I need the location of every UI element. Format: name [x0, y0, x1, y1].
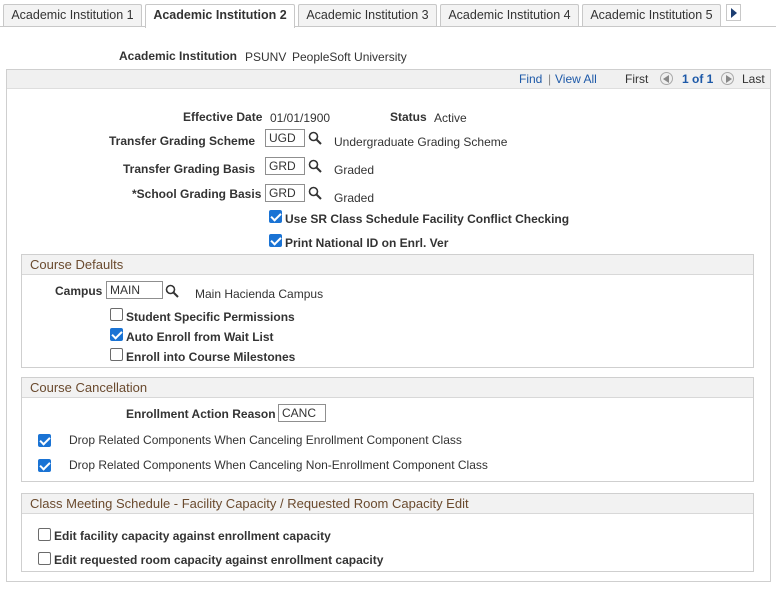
find-link[interactable]: Find: [519, 72, 542, 86]
transfer-grading-basis-label: Transfer Grading Basis: [123, 162, 256, 176]
nav-separator: |: [548, 72, 552, 86]
drop-related-non-enrollment-checkbox[interactable]: [38, 459, 51, 472]
edit-facility-capacity-checkbox[interactable]: [38, 528, 51, 541]
transfer-grading-scheme-desc: Undergraduate Grading Scheme: [334, 135, 508, 149]
course-cancellation-title: Course Cancellation: [22, 378, 753, 398]
institution-label: Academic Institution: [119, 49, 238, 63]
tab-academic-institution-5[interactable]: Academic Institution 5: [582, 4, 721, 27]
tab-bar: Academic Institution 1 Academic Institut…: [0, 0, 776, 28]
tab-divider: [0, 26, 776, 27]
print-national-id-label: Print National ID on Enrl. Ver: [285, 236, 449, 250]
enrollment-action-reason-label: Enrollment Action Reason: [126, 407, 276, 421]
lookup-search-icon[interactable]: [308, 131, 322, 145]
status-label: Status: [390, 110, 427, 124]
institution-code: PSUNV: [245, 50, 287, 64]
tab-academic-institution-4[interactable]: Academic Institution 4: [440, 4, 579, 27]
lookup-search-icon[interactable]: [308, 159, 322, 173]
lookup-search-icon[interactable]: [165, 284, 179, 298]
status-value: Active: [434, 111, 467, 125]
enrollment-action-reason-input[interactable]: [278, 404, 326, 422]
drop-related-enrollment-label: Drop Related Components When Canceling E…: [69, 433, 462, 447]
meeting-schedule-title: Class Meeting Schedule - Facility Capaci…: [22, 494, 753, 514]
tab-academic-institution-1[interactable]: Academic Institution 1: [3, 4, 142, 27]
facility-conflict-label: Use SR Class Schedule Facility Conflict …: [285, 212, 570, 226]
student-specific-permissions-checkbox[interactable]: [110, 308, 123, 321]
school-grading-basis-label: *School Grading Basis: [132, 187, 262, 201]
last-label: Last: [742, 72, 765, 86]
transfer-grading-basis-desc: Graded: [334, 163, 375, 177]
campus-desc: Main Hacienda Campus: [195, 287, 324, 301]
effective-date-value: 01/01/1900: [270, 111, 331, 125]
edit-room-capacity-checkbox[interactable]: [38, 552, 51, 565]
row-count: 1 of 1: [682, 72, 714, 86]
course-defaults-title: Course Defaults: [22, 255, 753, 275]
drop-related-non-enrollment-label: Drop Related Components When Canceling N…: [69, 458, 488, 472]
edit-facility-capacity-label: Edit facility capacity against enrollmen…: [54, 529, 331, 543]
next-row-icon[interactable]: [721, 72, 734, 85]
drop-related-enrollment-checkbox[interactable]: [38, 434, 51, 447]
auto-enroll-wait-list-label: Auto Enroll from Wait List: [126, 330, 274, 344]
print-national-id-checkbox[interactable]: [269, 234, 282, 247]
facility-conflict-checkbox[interactable]: [269, 210, 282, 223]
tab-academic-institution-3[interactable]: Academic Institution 3: [298, 4, 437, 27]
institution-name: PeopleSoft University: [292, 50, 407, 64]
transfer-grading-scheme-input[interactable]: [265, 129, 305, 147]
tab-academic-institution-2[interactable]: Academic Institution 2: [145, 4, 295, 28]
first-label: First: [625, 72, 649, 86]
enroll-course-milestones-checkbox[interactable]: [110, 348, 123, 361]
campus-input[interactable]: [106, 281, 163, 299]
enroll-course-milestones-label: Enroll into Course Milestones: [126, 350, 296, 364]
campus-label: Campus: [55, 284, 103, 298]
transfer-grading-basis-input[interactable]: [265, 157, 305, 175]
auto-enroll-wait-list-checkbox[interactable]: [110, 328, 123, 341]
tab-scroll-right-icon[interactable]: [726, 4, 741, 21]
effective-date-label: Effective Date: [183, 110, 263, 124]
student-specific-permissions-label: Student Specific Permissions: [126, 310, 295, 324]
edit-room-capacity-label: Edit requested room capacity against enr…: [54, 553, 384, 567]
lookup-search-icon[interactable]: [308, 186, 322, 200]
previous-row-icon[interactable]: [660, 72, 673, 85]
view-all-link[interactable]: View All: [555, 72, 597, 86]
row-navigation-bar: Find | View All First 1 of 1 Last: [7, 70, 770, 89]
school-grading-basis-desc: Graded: [334, 191, 375, 205]
school-grading-basis-input[interactable]: [265, 184, 305, 202]
transfer-grading-scheme-label: Transfer Grading Scheme: [109, 134, 256, 148]
